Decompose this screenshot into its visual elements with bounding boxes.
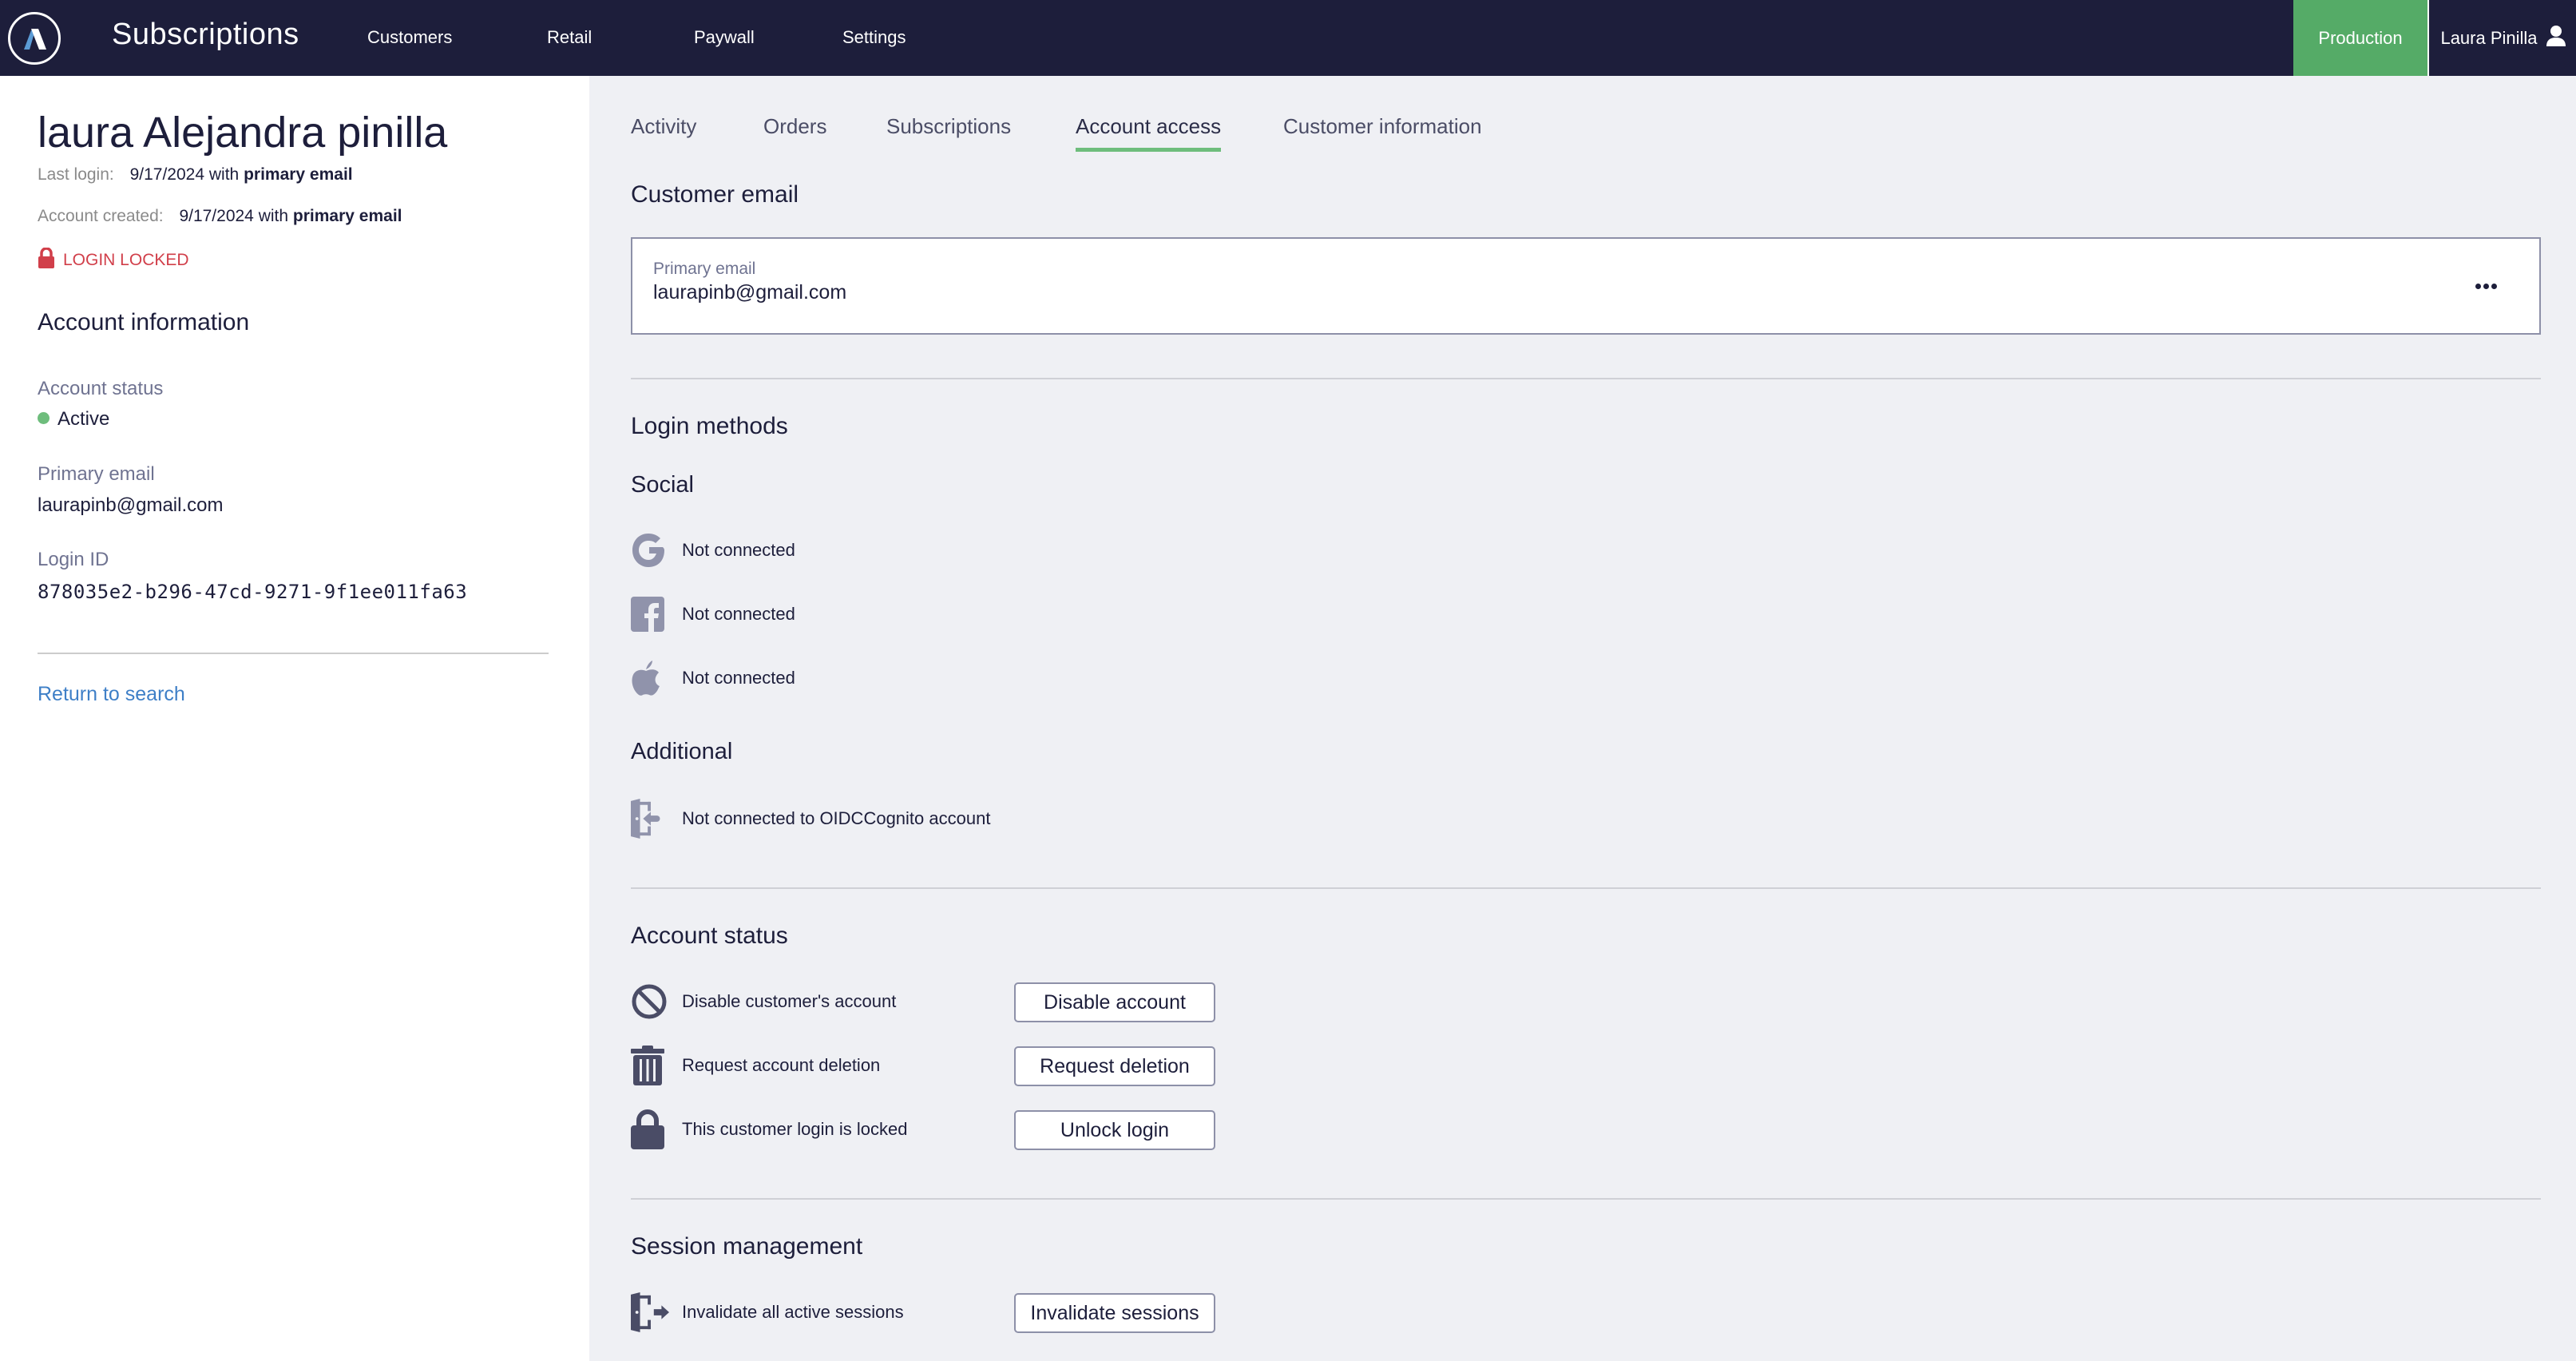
last-login-method: primary email bbox=[244, 165, 353, 184]
section-divider bbox=[631, 887, 2541, 889]
oidc-status: Not connected to OIDCCognito account bbox=[682, 808, 991, 828]
apple-status: Not connected bbox=[682, 668, 795, 688]
apple-icon bbox=[631, 657, 669, 699]
trash-icon bbox=[631, 1045, 669, 1086]
nav-customers[interactable]: Customers bbox=[367, 27, 452, 48]
social-login-facebook: Not connected bbox=[631, 593, 795, 635]
disable-account-description: Disable customer's account bbox=[682, 991, 897, 1011]
sign-out-icon bbox=[631, 1292, 669, 1333]
invalidate-sessions-description: Invalidate all active sessions bbox=[682, 1302, 904, 1322]
account-status-label: Account status bbox=[38, 378, 164, 399]
environment-label: Production bbox=[2318, 27, 2403, 48]
tab-account-access-label: Account access bbox=[1076, 114, 1222, 138]
more-horizontal-icon[interactable] bbox=[2474, 274, 2498, 298]
nav-retail[interactable]: Retail bbox=[547, 27, 592, 48]
disable-account-row: Disable customer's account bbox=[631, 981, 896, 1022]
invalidate-sessions-button[interactable]: Invalidate sessions bbox=[1014, 1293, 1215, 1333]
account-status-text: Active bbox=[57, 408, 110, 430]
primary-email-label: Primary email bbox=[38, 463, 155, 485]
request-deletion-row: Request account deletion bbox=[631, 1045, 880, 1086]
user-name: Laura Pinilla bbox=[2440, 27, 2538, 48]
ban-icon bbox=[631, 981, 669, 1022]
unlock-login-description: This customer login is locked bbox=[682, 1119, 908, 1139]
login-locked-label: LOGIN LOCKED bbox=[63, 251, 189, 269]
login-id-label: Login ID bbox=[38, 549, 109, 570]
lock-icon bbox=[631, 1109, 669, 1150]
section-divider bbox=[631, 378, 2541, 379]
tab-activity[interactable]: Activity bbox=[631, 114, 696, 139]
account-created-method: primary email bbox=[292, 207, 402, 225]
google-status: Not connected bbox=[682, 540, 795, 560]
tab-orders[interactable]: Orders bbox=[763, 114, 826, 139]
last-login-date: 9/17/2024 bbox=[129, 165, 205, 184]
customer-email-heading: Customer email bbox=[631, 181, 799, 208]
nav-settings[interactable]: Settings bbox=[842, 27, 906, 48]
last-login-with: with bbox=[208, 165, 240, 184]
sidebar-divider bbox=[38, 653, 549, 654]
nav-paywall[interactable]: Paywall bbox=[694, 27, 755, 48]
unlock-login-button[interactable]: Unlock login bbox=[1014, 1110, 1215, 1150]
account-created-with: with bbox=[258, 207, 289, 225]
active-tab-indicator bbox=[1076, 148, 1222, 152]
user-menu[interactable]: Laura Pinilla bbox=[2431, 0, 2576, 76]
account-status-heading: Account status bbox=[631, 923, 788, 949]
top-navigation-bar: Subscriptions Customers Retail Paywall S… bbox=[0, 0, 2576, 76]
user-icon bbox=[2546, 25, 2566, 52]
invalidate-sessions-row: Invalidate all active sessions bbox=[631, 1292, 904, 1333]
disable-account-button[interactable]: Disable account bbox=[1014, 982, 1215, 1022]
last-login: Last login: 9/17/2024 with primary email bbox=[38, 165, 353, 185]
social-heading: Social bbox=[631, 472, 694, 498]
brand-logo-icon[interactable] bbox=[8, 12, 61, 65]
login-id-value: 878035e2-b296-47cd-9271-9f1ee011fa63 bbox=[38, 581, 468, 603]
account-created: Account created: 9/17/2024 with primary … bbox=[38, 207, 402, 226]
account-information-heading: Account information bbox=[38, 309, 250, 335]
primary-email-value: laurapinb@gmail.com bbox=[38, 494, 224, 516]
customer-sidebar: laura Alejandra pinilla Last login: 9/17… bbox=[0, 76, 589, 1361]
login-locked-badge: LOGIN LOCKED bbox=[38, 247, 189, 273]
login-methods-heading: Login methods bbox=[631, 413, 788, 439]
social-login-google: Not connected bbox=[631, 530, 795, 571]
session-management-heading: Session management bbox=[631, 1233, 863, 1260]
additional-heading: Additional bbox=[631, 739, 733, 764]
account-created-label: Account created: bbox=[38, 207, 164, 225]
status-indicator-icon bbox=[38, 412, 50, 425]
email-card-value: laurapinb@gmail.com bbox=[653, 281, 847, 304]
tab-account-access[interactable]: Account access bbox=[1076, 114, 1222, 152]
google-icon bbox=[631, 530, 669, 571]
sign-in-icon bbox=[631, 798, 669, 839]
facebook-status: Not connected bbox=[682, 604, 795, 624]
app-title[interactable]: Subscriptions bbox=[112, 18, 299, 52]
section-divider bbox=[631, 1198, 2541, 1200]
tab-subscriptions[interactable]: Subscriptions bbox=[886, 114, 1011, 139]
return-to-search-link[interactable]: Return to search bbox=[38, 683, 185, 706]
unlock-login-row: This customer login is locked bbox=[631, 1109, 907, 1150]
tab-customer-information[interactable]: Customer information bbox=[1283, 114, 1482, 139]
environment-button[interactable]: Production bbox=[2293, 0, 2429, 76]
oidc-login: Not connected to OIDCCognito account bbox=[631, 798, 990, 839]
account-status-value: Active bbox=[38, 408, 109, 431]
email-card-label: Primary email bbox=[653, 260, 756, 278]
lock-icon bbox=[38, 247, 55, 273]
request-deletion-button[interactable]: Request deletion bbox=[1014, 1046, 1215, 1086]
account-created-date: 9/17/2024 bbox=[179, 207, 254, 225]
social-login-apple: Not connected bbox=[631, 657, 795, 699]
primary-email-card: Primary email laurapinb@gmail.com bbox=[631, 237, 2541, 335]
customer-name: laura Alejandra pinilla bbox=[38, 109, 448, 157]
facebook-icon bbox=[631, 593, 669, 635]
request-deletion-description: Request account deletion bbox=[682, 1055, 881, 1075]
last-login-label: Last login: bbox=[38, 165, 114, 184]
main-content: Activity Orders Subscriptions Account ac… bbox=[589, 76, 2576, 1361]
